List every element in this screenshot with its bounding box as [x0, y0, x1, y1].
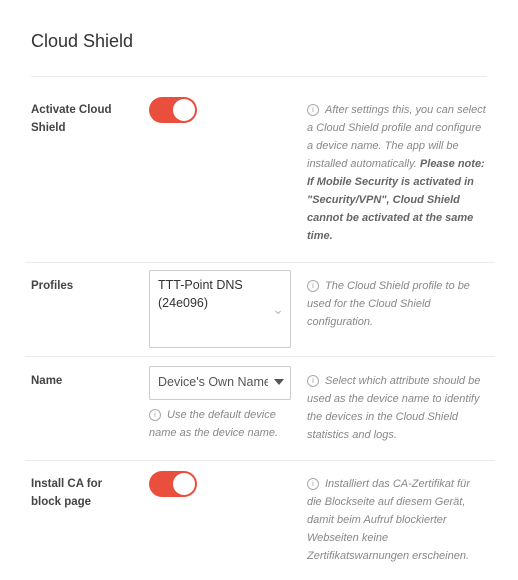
title-divider [31, 76, 487, 77]
activate-cloud-shield-toggle[interactable] [149, 97, 197, 123]
info-icon: i [307, 280, 319, 292]
toggle-knob [173, 473, 195, 495]
row-divider [25, 262, 495, 263]
info-icon: i [307, 478, 319, 490]
install-ca-toggle[interactable] [149, 471, 197, 497]
activate-help: i After settings this, you can select a C… [307, 101, 487, 245]
name-selected-value: Device's Own Name [158, 375, 268, 389]
install-ca-help: i Installiert das CA-Zertifikat für die B… [307, 475, 487, 565]
row-divider [25, 460, 495, 461]
name-help-text: Select which attribute should be used as… [307, 375, 481, 441]
profiles-help-text: The Cloud Shield profile to be used for … [307, 280, 470, 328]
caret-down-icon [274, 379, 284, 385]
install-ca-help-text: Installiert das CA-Zertifikat für die Bl… [307, 478, 470, 562]
profiles-selected-value: TTT-Point DNS (24e096) [158, 278, 243, 310]
row-divider [25, 356, 495, 357]
profiles-multiselect[interactable]: TTT-Point DNS (24e096) ⌄ [149, 270, 291, 348]
toggle-knob [173, 99, 195, 121]
info-icon: i [307, 375, 319, 387]
info-icon: i [149, 409, 161, 421]
chevron-down-icon: ⌄ [272, 301, 284, 317]
profiles-help: i The Cloud Shield profile to be used for… [307, 277, 487, 331]
name-select[interactable]: Device's Own Name [149, 366, 291, 400]
profiles-label: Profiles [31, 280, 74, 292]
activate-help-note: Please note: If Mobile Security is activ… [307, 158, 485, 242]
info-icon: i [307, 104, 319, 116]
page-title: Cloud Shield [31, 31, 134, 51]
name-help: i Select which attribute should be used a… [307, 372, 487, 444]
name-sub-help: i Use the default device name as the devi… [149, 406, 294, 442]
install-ca-label: Install CA for block page [31, 478, 103, 508]
name-label: Name [31, 375, 63, 387]
name-sub-help-text: Use the default device name as the devic… [149, 409, 279, 439]
activate-cloud-shield-label: Activate Cloud Shield [31, 104, 112, 134]
